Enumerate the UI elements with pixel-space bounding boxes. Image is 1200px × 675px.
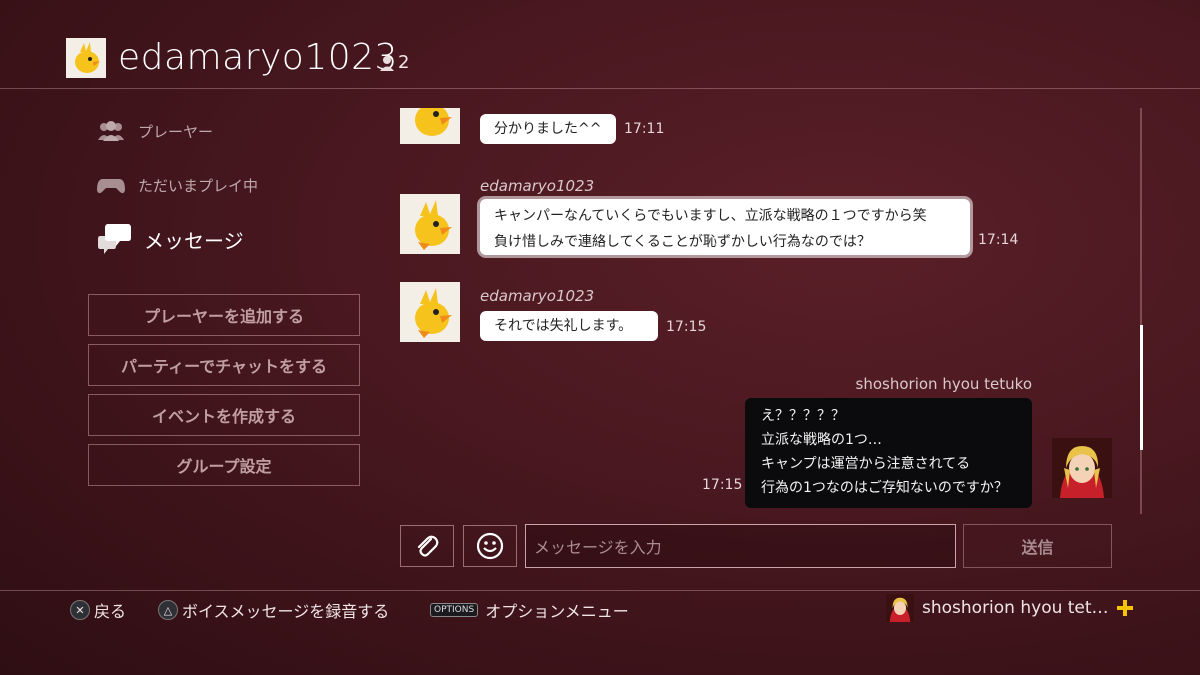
sender-avatar: [400, 194, 460, 254]
sidebar-item-players[interactable]: プレーヤー: [96, 120, 213, 142]
message-bubble[interactable]: 分かりました^^: [480, 114, 616, 144]
back-label: 戻る: [94, 602, 127, 621]
page-title: edamaryo1023: [118, 37, 398, 78]
message-time: 17:11: [624, 121, 665, 137]
current-user-name: shoshorion hyou tet…: [922, 598, 1109, 618]
voice-message-hint[interactable]: △ ボイスメッセージを録音する: [158, 598, 389, 622]
attach-button[interactable]: [400, 525, 454, 567]
sidebar-item-messages[interactable]: メッセージ: [96, 222, 244, 256]
message-time: 17:15: [702, 477, 743, 493]
options-label: オプションメニュー: [485, 602, 629, 621]
sender-avatar: [400, 282, 460, 342]
group-settings-button[interactable]: グループ設定: [88, 444, 360, 486]
message-bubble[interactable]: キャンパーなんていくらでもいますし、立派な戦略の１つですから笑 負け惜しみで連絡…: [480, 199, 970, 255]
member-count: 2: [380, 52, 409, 73]
sender-name: shoshorion hyou tetuko: [855, 375, 1032, 393]
emoji-button[interactable]: [463, 525, 517, 567]
user-avatar-small: [886, 594, 914, 622]
smiley-icon: [476, 532, 504, 560]
person-icon: [380, 55, 394, 71]
players-icon: [98, 121, 124, 141]
voice-message-label: ボイスメッセージを録音する: [182, 602, 390, 621]
sender-avatar: [400, 108, 460, 144]
sender-name: edamaryo1023: [480, 287, 595, 305]
self-avatar: [1052, 438, 1112, 498]
footer-divider: [0, 590, 1200, 591]
message-line: キャンパーなんていくらでもいますし、立派な戦略の１つですから笑: [494, 208, 927, 224]
message-time: 17:15: [666, 319, 707, 335]
create-event-button[interactable]: イベントを作成する: [88, 394, 360, 436]
chat-scrollbar-thumb[interactable]: [1140, 325, 1143, 450]
user-avatar: [66, 38, 106, 78]
messages-icon: [98, 224, 131, 254]
ps-plus-icon: [1116, 600, 1133, 616]
sender-name: edamaryo1023: [480, 177, 595, 195]
sidebar-item-now-playing[interactable]: ただいまプレイ中: [96, 174, 258, 196]
header-divider: [0, 88, 1200, 89]
triangle-button-icon: △: [158, 600, 178, 620]
message-input[interactable]: メッセージを入力: [525, 524, 956, 568]
add-player-button[interactable]: プレーヤーを追加する: [88, 294, 360, 336]
message-time: 17:14: [978, 232, 1019, 248]
party-chat-button[interactable]: パーティーでチャットをする: [88, 344, 360, 386]
sidebar-item-label: メッセージ: [144, 228, 244, 253]
message-input-placeholder: メッセージを入力: [534, 538, 662, 557]
back-hint[interactable]: ✕ 戻る: [70, 598, 126, 622]
current-user: shoshorion hyou tet…: [886, 594, 1133, 622]
message-bubble[interactable]: それでは失礼します。: [480, 311, 658, 341]
options-hint[interactable]: OPTIONS オプションメニュー: [430, 598, 629, 622]
message-line: 立派な戦略の1つ…: [761, 432, 882, 448]
member-count-value: 2: [398, 52, 410, 73]
options-button-icon: OPTIONS: [430, 603, 479, 617]
chat-scrollbar-track[interactable]: [1140, 108, 1142, 514]
sidebar-item-label: ただいまプレイ中: [138, 176, 259, 195]
message-bubble[interactable]: え？？？？？ 立派な戦略の1つ… キャンプは運営から注意されてる 行為の1つなの…: [745, 398, 1032, 508]
sidebar-item-label: プレーヤー: [138, 122, 214, 141]
controller-icon: [97, 179, 125, 194]
message-line: キャンプは運営から注意されてる: [761, 456, 971, 472]
paperclip-icon: [417, 535, 439, 557]
cross-button-icon: ✕: [70, 600, 90, 620]
send-button[interactable]: 送信: [963, 524, 1112, 568]
message-line: 行為の1つなのはご存知ないのですか？: [761, 480, 1008, 496]
message-line: 負け惜しみで連絡してくることが恥ずかしい行為なのでは？: [494, 234, 871, 250]
message-line: え？？？？？: [761, 408, 845, 424]
